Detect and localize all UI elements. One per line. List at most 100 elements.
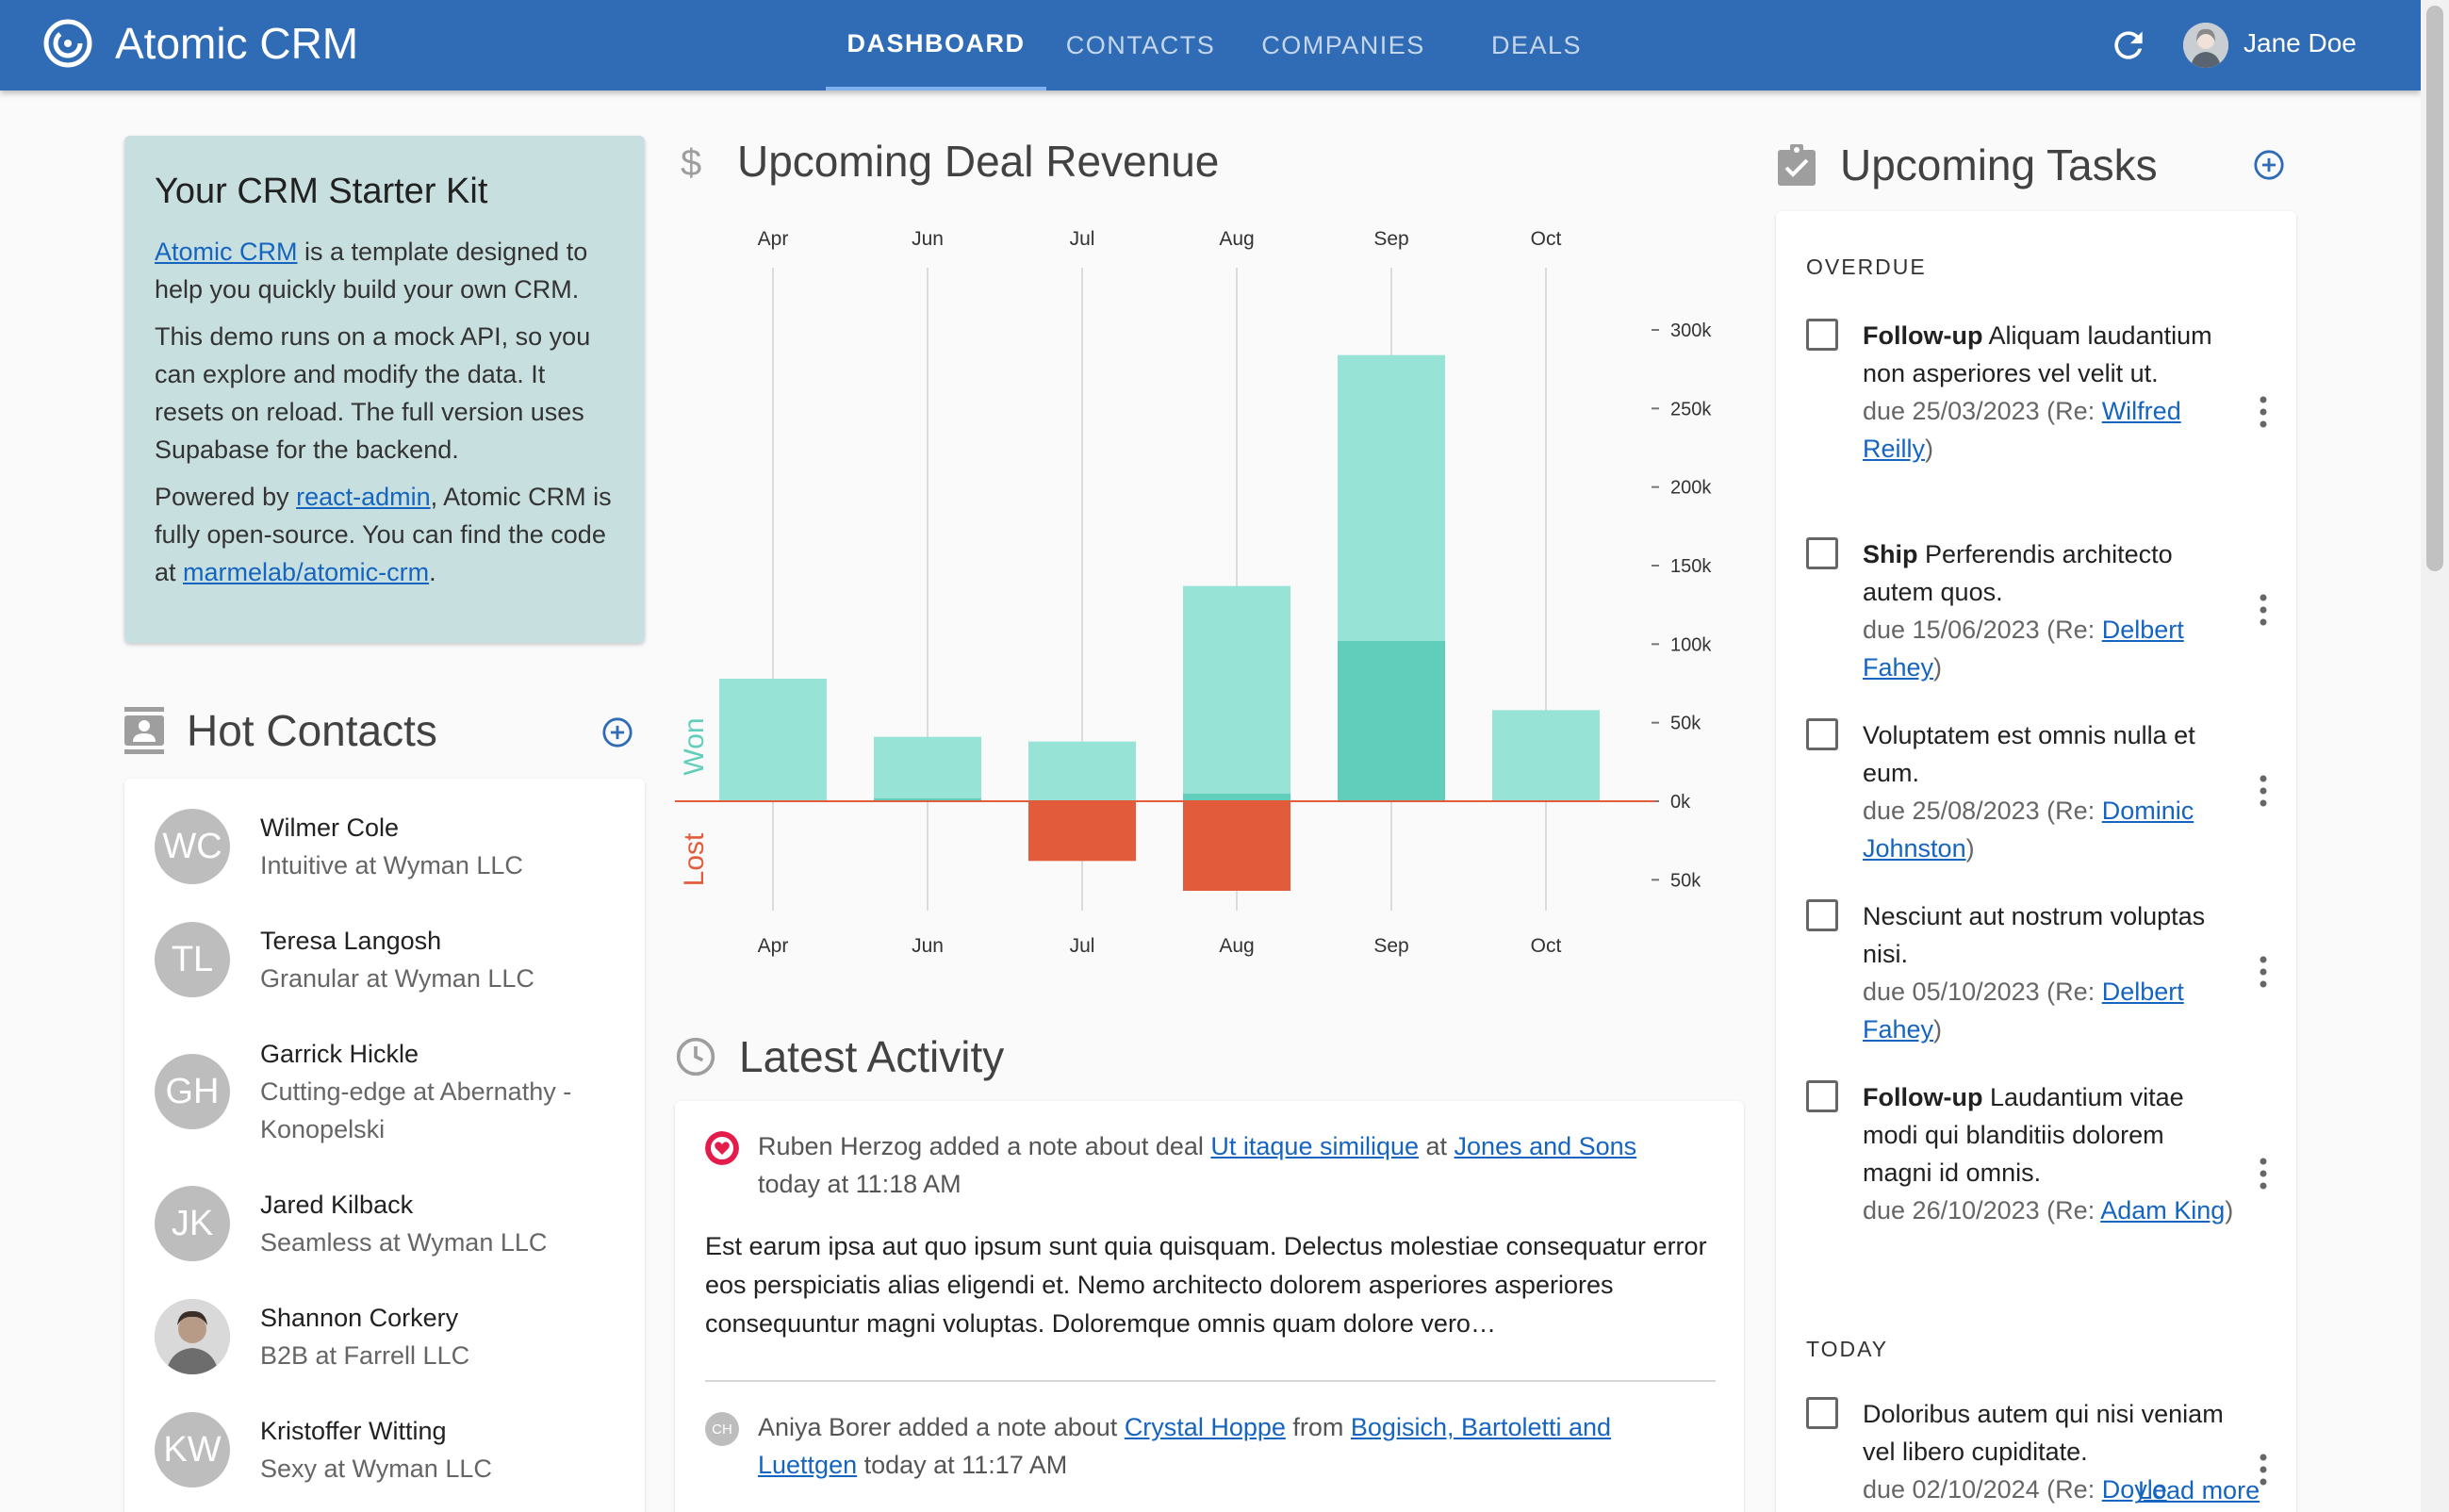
contact-subtitle: Intuitive at Wyman LLC <box>260 851 523 879</box>
pending-bar <box>1183 585 1290 794</box>
task-due-close: ) <box>1925 435 1934 463</box>
refresh-icon[interactable] <box>2108 25 2149 66</box>
task-due: due 15/06/2023 (Re: <box>1863 616 2102 644</box>
task-checkbox[interactable] <box>1806 718 1838 750</box>
lost-bar <box>1183 801 1290 891</box>
tab-contacts[interactable]: CONTACTS <box>1046 0 1235 90</box>
atomic-crm-link[interactable]: Atomic CRM <box>155 238 298 266</box>
contacts-icon <box>124 707 164 754</box>
pending-bar <box>1338 354 1445 641</box>
more-vert-icon[interactable] <box>2259 1158 2268 1190</box>
activity-list: Ruben Herzog added a note about deal Ut … <box>675 1101 1744 1512</box>
task-due: due 02/10/2024 (Re: <box>1863 1475 2102 1504</box>
scrollbar-thumb[interactable] <box>2426 6 2443 571</box>
dollar-icon: $ <box>681 142 701 183</box>
contact-name: Kristoffer Witting <box>260 1417 447 1445</box>
list-item[interactable]: JK Jared Kilback Seamless at Wyman LLC <box>155 1186 600 1261</box>
tasks-group-overdue: OVERDUE <box>1806 255 1927 279</box>
task-contact-link[interactable]: Adam King <box>2100 1196 2225 1224</box>
activity-verb: added a note about deal <box>922 1132 1211 1160</box>
more-vert-icon[interactable] <box>2259 594 2268 626</box>
activity-item: CH Aniya Borer added a note about Crysta… <box>705 1408 1704 1484</box>
pending-bar <box>1492 710 1600 801</box>
x-tick-label-top: Aug <box>1219 228 1254 250</box>
activity-time: today at 11:17 AM <box>857 1451 1068 1479</box>
contact-subtitle: Granular at Wyman LLC <box>260 964 534 993</box>
task-item: Follow-up Aliquam laudantium non asperio… <box>1806 317 2277 468</box>
list-item[interactable]: WC Wilmer Cole Intuitive at Wyman LLC <box>155 809 600 884</box>
x-tick-label-bottom: Sep <box>1373 935 1408 957</box>
list-item[interactable]: TL Teresa Langosh Granular at Wyman LLC <box>155 922 600 997</box>
page-scrollbar[interactable] <box>2421 0 2449 1512</box>
more-vert-icon[interactable] <box>2259 1454 2268 1486</box>
revenue-header: $ Upcoming Deal Revenue <box>679 136 1219 187</box>
tab-deals[interactable]: DEALS <box>1452 0 1621 90</box>
svg-text:$: $ <box>681 142 701 183</box>
contact-subtitle: Seamless at Wyman LLC <box>260 1228 548 1257</box>
more-vert-icon[interactable] <box>2259 775 2268 807</box>
y-tick-label: 0k <box>1670 792 1691 813</box>
x-tick-label-top: Oct <box>1531 228 1562 250</box>
contact-name: Wilmer Cole <box>260 814 400 842</box>
revenue-title: Upcoming Deal Revenue <box>737 137 1220 186</box>
y-tick-label: 50k <box>1670 870 1701 891</box>
y-tick-label: 200k <box>1670 478 1712 499</box>
task-checkbox[interactable] <box>1806 899 1838 931</box>
task-due: due 05/10/2023 (Re: <box>1863 978 2102 1006</box>
add-contact-button[interactable] <box>601 716 633 748</box>
activity-note: Est earum ipsa aut quo ipsum sunt quia q… <box>705 1232 1707 1338</box>
task-due: due 25/08/2023 (Re: <box>1863 797 2102 825</box>
divider <box>705 1380 1716 1382</box>
user-name[interactable]: Jane Doe <box>2244 28 2357 58</box>
task-text: Voluptatem est omnis nulla et eum. <box>1863 721 2195 787</box>
x-tick-label-bottom: Jul <box>1070 935 1095 957</box>
logo-icon <box>43 19 92 68</box>
task-checkbox[interactable] <box>1806 537 1838 569</box>
list-item[interactable]: Shannon Corkery B2B at Farrell LLC <box>155 1299 600 1374</box>
list-item[interactable]: KW Kristoffer Witting Sexy at Wyman LLC <box>155 1412 600 1487</box>
clipboard-check-icon <box>1778 144 1816 186</box>
brand[interactable]: Atomic CRM <box>41 17 358 70</box>
lost-bar <box>1028 801 1136 862</box>
add-task-button[interactable] <box>2253 149 2285 181</box>
app-title: Atomic CRM <box>115 19 359 68</box>
react-admin-link[interactable]: react-admin <box>296 483 431 511</box>
y-tick-label: 100k <box>1670 634 1712 655</box>
activity-mid: at <box>1419 1132 1455 1160</box>
task-checkbox[interactable] <box>1806 1080 1838 1112</box>
hot-contacts-header: Hot Contacts <box>124 705 437 756</box>
github-repo-link[interactable]: marmelab/atomic-crm <box>183 558 429 586</box>
starter-kit-card: Your CRM Starter Kit Atomic CRM is a tem… <box>124 136 645 643</box>
more-vert-icon[interactable] <box>2259 956 2268 988</box>
x-tick-label-top: Jun <box>912 228 944 250</box>
x-tick-label-top: Jul <box>1070 228 1095 250</box>
activity-actor: Aniya Borer <box>758 1413 892 1441</box>
list-item[interactable]: GH Garrick Hickle Cutting-edge at Abernat… <box>155 1035 600 1148</box>
avatar: KW <box>155 1412 230 1487</box>
app-bar: Atomic CRM DASHBOARD CONTACTS COMPANIES … <box>0 0 2421 90</box>
pending-bar <box>719 679 827 801</box>
contact-link[interactable]: Crystal Hoppe <box>1125 1413 1286 1441</box>
tab-dashboard[interactable]: DASHBOARD <box>826 0 1046 90</box>
activity-summary: Aniya Borer added a note about Crystal H… <box>705 1408 1704 1484</box>
company-link[interactable]: Jones and Sons <box>1455 1132 1637 1160</box>
user-avatar[interactable] <box>2183 23 2228 68</box>
hot-contacts-list: WC Wilmer Cole Intuitive at Wyman LLC TL … <box>124 779 645 1512</box>
more-vert-icon[interactable] <box>2259 396 2268 428</box>
task-checkbox[interactable] <box>1806 1397 1838 1429</box>
task-checkbox[interactable] <box>1806 319 1838 351</box>
contact-subtitle: Cutting-edge at Abernathy - Konopelski <box>260 1077 572 1143</box>
x-tick-label-bottom: Jun <box>912 935 944 957</box>
tasks-title: Upcoming Tasks <box>1840 140 2158 189</box>
tab-companies[interactable]: COMPANIES <box>1235 0 1452 90</box>
task-type: Follow-up <box>1863 1083 1983 1111</box>
task-item: Voluptatem est omnis nulla et eum. due 25… <box>1806 716 2277 867</box>
activity-time: today at 11:18 AM <box>758 1170 962 1198</box>
activity-item: Ruben Herzog added a note about deal Ut … <box>705 1127 1723 1343</box>
avatar: WC <box>155 809 230 884</box>
deal-link[interactable]: Ut itaque similique <box>1210 1132 1419 1160</box>
task-due: due 25/03/2023 (Re: <box>1863 397 2102 425</box>
lost-side-label: Lost <box>679 832 710 886</box>
task-contact-link[interactable]: Doyle <box>2102 1475 2167 1504</box>
avatar: CH <box>705 1412 739 1446</box>
